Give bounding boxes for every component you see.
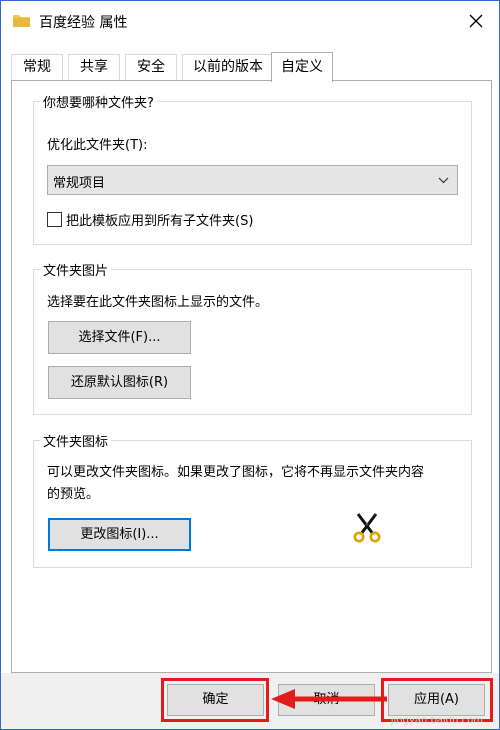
apply-to-subfolders-checkbox[interactable] bbox=[47, 212, 62, 227]
tab-customize[interactable]: 自定义 bbox=[271, 52, 333, 82]
folder-icon-description-line1: 可以更改文件夹图标。如果更改了图标，它将不再显示文件夹内容 bbox=[47, 465, 425, 480]
folder-icon bbox=[13, 15, 30, 27]
folder-type-dropdown-value: 常规项目 bbox=[53, 176, 106, 191]
tab-general[interactable]: 常规 bbox=[11, 54, 63, 80]
group-folder-picture: 文件夹图片 选择要在此文件夹图标上显示的文件。 选择文件(F)... 还原默认图… bbox=[33, 260, 472, 415]
customize-panel: 你想要哪种文件夹? 优化此文件夹(T): 常规项目 把此模板应用到所有子文件夹(… bbox=[11, 80, 492, 673]
restore-default-button[interactable]: 还原默认图标(R) bbox=[48, 366, 191, 399]
title-bar[interactable]: 百度经验 属性 bbox=[1, 1, 499, 41]
scissors-icon bbox=[353, 513, 381, 543]
window-title: 百度经验 属性 bbox=[39, 15, 128, 31]
folder-type-dropdown[interactable]: 常规项目 bbox=[47, 165, 458, 195]
tab-strip: 常规 共享 安全 以前的版本 自定义 bbox=[11, 52, 491, 82]
tab-security[interactable]: 安全 bbox=[125, 54, 177, 80]
folder-picture-description: 选择要在此文件夹图标上显示的文件。 bbox=[47, 295, 269, 310]
apply-to-subfolders-label[interactable]: 把此模板应用到所有子文件夹(S) bbox=[66, 210, 253, 229]
close-button[interactable] bbox=[453, 1, 499, 41]
folder-icon-description-line2: 的预览。 bbox=[47, 487, 100, 502]
group-folder-icon-legend: 文件夹图标 bbox=[40, 431, 112, 450]
properties-window: 百度经验 属性 常规 共享 安全 以前的版本 自定义 你想要哪种文件夹? 优化此… bbox=[0, 0, 500, 730]
group-folder-type-legend: 你想要哪种文件夹? bbox=[40, 92, 157, 111]
optimize-folder-label: 优化此文件夹(T): bbox=[47, 138, 148, 153]
close-icon bbox=[469, 14, 483, 28]
choose-file-button[interactable]: 选择文件(F)... bbox=[48, 321, 191, 354]
group-folder-type: 你想要哪种文件夹? 优化此文件夹(T): 常规项目 把此模板应用到所有子文件夹(… bbox=[33, 92, 472, 245]
ok-highlight-box bbox=[161, 678, 269, 722]
change-icon-button[interactable]: 更改图标(I)... bbox=[48, 518, 191, 551]
group-folder-picture-legend: 文件夹图片 bbox=[40, 260, 112, 279]
tab-sharing[interactable]: 共享 bbox=[68, 54, 120, 80]
watermark-text: jingyan.baidu.com bbox=[390, 715, 483, 726]
arrow-left-icon bbox=[271, 689, 387, 709]
tab-previous-versions[interactable]: 以前的版本 bbox=[182, 54, 274, 80]
chevron-down-icon bbox=[438, 177, 449, 184]
group-folder-icon: 文件夹图标 可以更改文件夹图标。如果更改了图标，它将不再显示文件夹内容 的预览。… bbox=[33, 431, 472, 568]
